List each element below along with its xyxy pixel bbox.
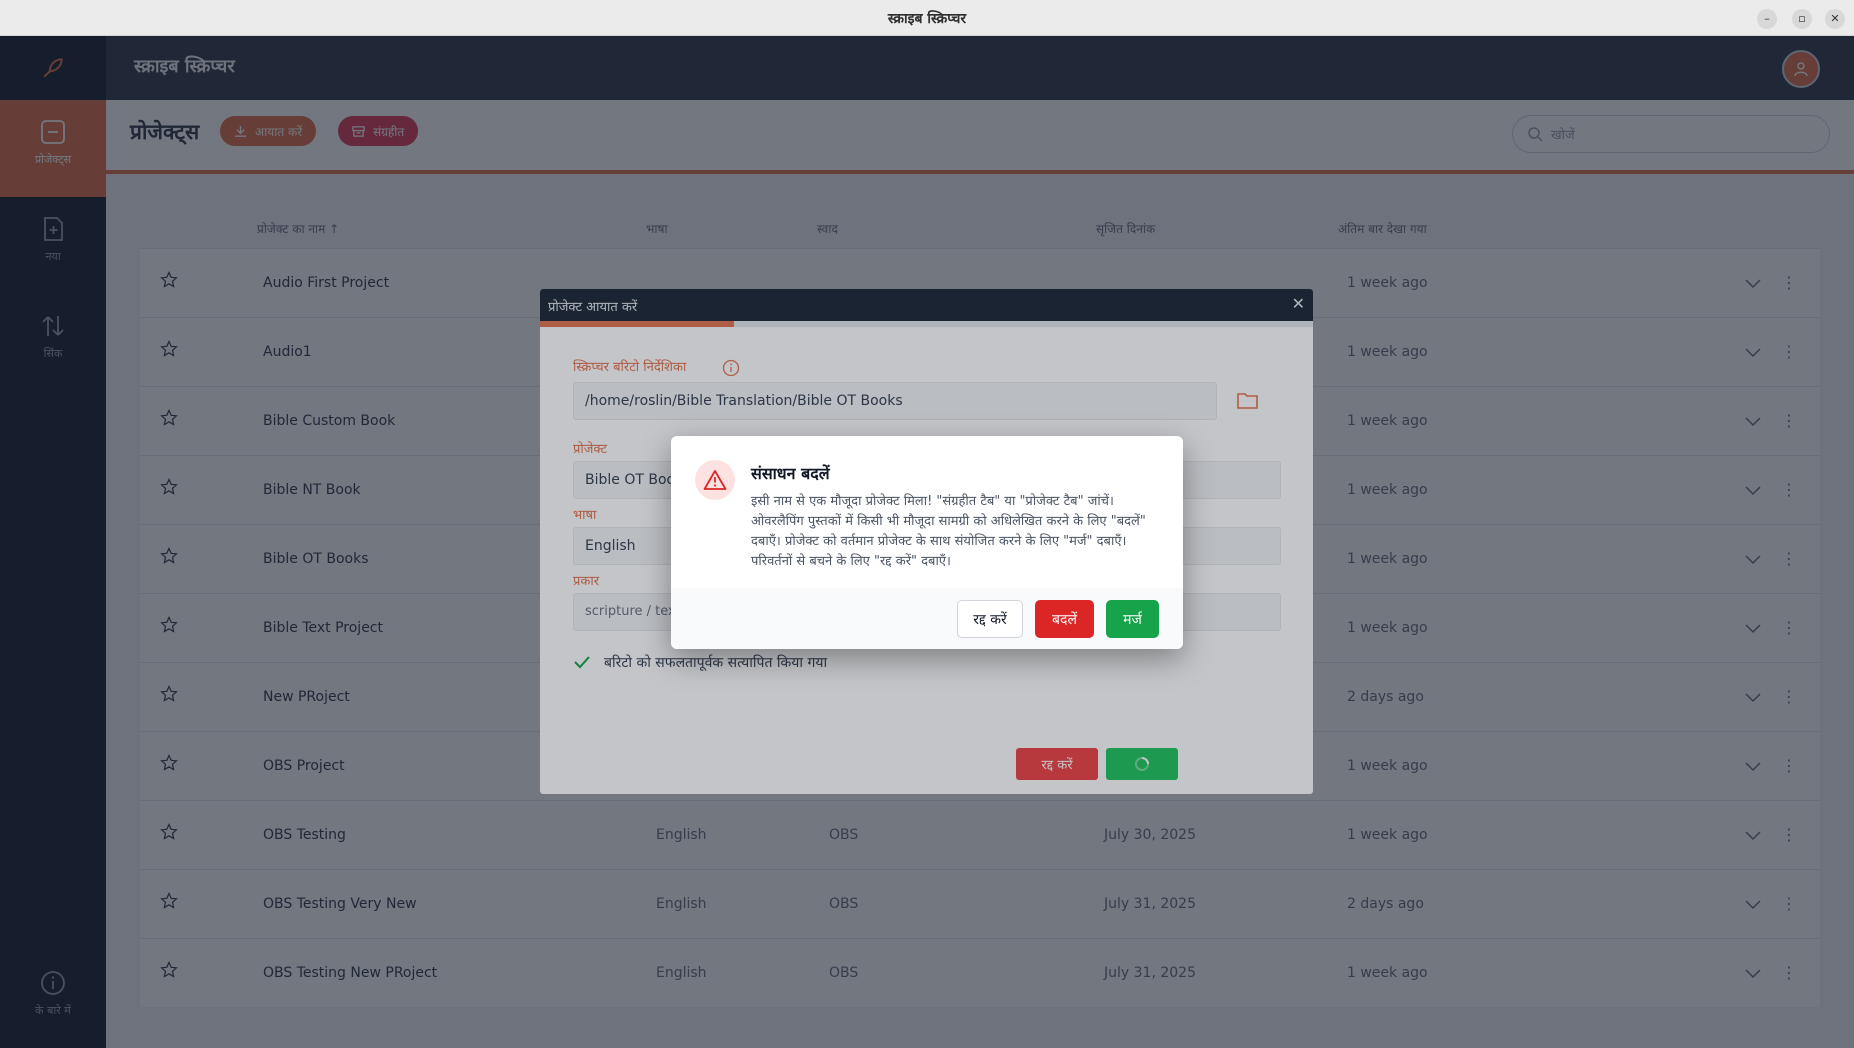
window-titlebar: स्क्राइब स्क्रिप्चर – ▫ ✕ bbox=[0, 0, 1854, 36]
minimize-icon[interactable]: – bbox=[1757, 9, 1777, 29]
warning-badge bbox=[695, 460, 735, 500]
close-window-icon[interactable]: ✕ bbox=[1825, 9, 1845, 29]
window-title: स्क्राइब स्क्रिप्चर bbox=[887, 11, 967, 27]
dialog-footer: रद्द करें बदलें मर्ज bbox=[671, 588, 1183, 649]
replace-button[interactable]: बदलें bbox=[1035, 600, 1094, 638]
dialog-cancel-button[interactable]: रद्द करें bbox=[957, 600, 1023, 638]
replace-resource-dialog: संसाधन बदलें इसी नाम से एक मौजूदा प्रोजे… bbox=[671, 436, 1183, 649]
dialog-message: इसी नाम से एक मौजूदा प्रोजेक्ट मिला! "सं… bbox=[751, 494, 1146, 569]
dialog-title: संसाधन बदलें bbox=[751, 464, 830, 483]
warning-icon bbox=[703, 470, 727, 490]
merge-button[interactable]: मर्ज bbox=[1106, 600, 1159, 638]
maximize-icon[interactable]: ▫ bbox=[1792, 9, 1812, 29]
